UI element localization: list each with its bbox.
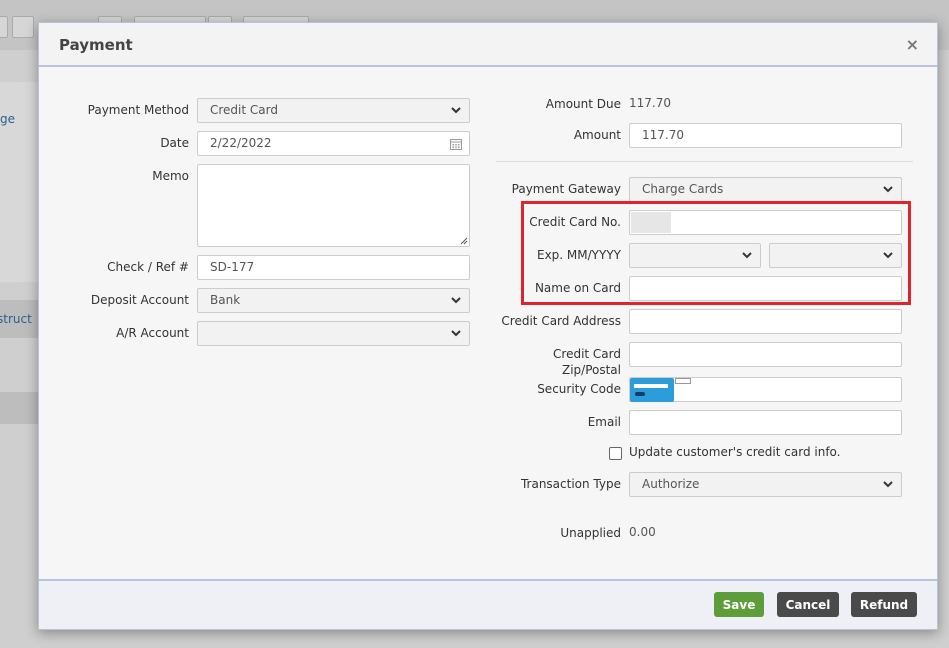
credit-card-number-input[interactable] bbox=[629, 210, 902, 235]
card-chip bbox=[635, 392, 645, 396]
security-code-label: Security Code bbox=[537, 382, 621, 396]
unapplied-label: Unapplied bbox=[560, 526, 621, 540]
payment-modal: Payment × Payment Method Credit Card Dat… bbox=[38, 22, 938, 630]
card-number-prefix bbox=[631, 212, 671, 233]
chevron-down-icon bbox=[451, 330, 461, 337]
section-divider bbox=[496, 161, 913, 162]
modal-footer: Save Cancel Refund bbox=[39, 579, 937, 629]
amount-due-value: 117.70 bbox=[629, 96, 671, 110]
calendar-icon[interactable] bbox=[449, 137, 463, 151]
deposit-account-select[interactable]: Bank bbox=[197, 288, 470, 313]
check-ref-label: Check / Ref # bbox=[107, 260, 189, 274]
refund-button[interactable]: Refund bbox=[851, 592, 917, 617]
save-button[interactable]: Save bbox=[714, 592, 764, 617]
amount-label: Amount bbox=[573, 128, 621, 142]
chevron-down-icon bbox=[883, 481, 893, 488]
update-card-info-label: Update customer's credit card info. bbox=[629, 445, 841, 459]
background-dropdown-button bbox=[12, 16, 34, 38]
amount-input[interactable]: 117.70 bbox=[629, 123, 902, 148]
check-ref-value: SD-177 bbox=[210, 260, 255, 274]
background-text: struct bbox=[0, 312, 32, 326]
cancel-button[interactable]: Cancel bbox=[777, 592, 839, 617]
chevron-down-icon bbox=[742, 252, 752, 259]
chevron-down-icon bbox=[451, 107, 461, 114]
ar-account-select[interactable] bbox=[197, 321, 470, 346]
unapplied-value: 0.00 bbox=[629, 525, 656, 539]
amount-value: 117.70 bbox=[642, 128, 684, 142]
background-band bbox=[0, 392, 40, 424]
date-value: 2/22/2022 bbox=[210, 136, 272, 150]
update-card-info-checkbox[interactable] bbox=[609, 447, 622, 460]
exp-year-select[interactable] bbox=[769, 243, 902, 268]
chevron-down-icon bbox=[883, 252, 893, 259]
email-label: Email bbox=[587, 415, 621, 429]
background-toolbar-button bbox=[0, 16, 8, 38]
payment-gateway-value: Charge Cards bbox=[642, 182, 724, 196]
email-input[interactable] bbox=[629, 410, 902, 435]
close-icon[interactable]: × bbox=[906, 35, 919, 54]
cvv-hint-icon bbox=[675, 378, 691, 384]
cc-zip-label-line2: Zip/Postal bbox=[561, 363, 621, 377]
name-on-card-input[interactable] bbox=[629, 276, 902, 301]
payment-method-select[interactable]: Credit Card bbox=[197, 98, 470, 123]
memo-textarea[interactable] bbox=[197, 164, 470, 247]
chevron-down-icon bbox=[883, 186, 893, 193]
deposit-account-label: Deposit Account bbox=[90, 293, 189, 307]
payment-method-label: Payment Method bbox=[87, 103, 189, 117]
amount-due-label: Amount Due bbox=[545, 97, 621, 111]
payment-method-value: Credit Card bbox=[210, 103, 278, 117]
cc-zip-input[interactable] bbox=[629, 342, 902, 367]
name-on-card-label: Name on Card bbox=[534, 281, 621, 295]
exp-month-select[interactable] bbox=[629, 243, 761, 268]
check-ref-input[interactable]: SD-177 bbox=[197, 255, 470, 280]
resize-handle-icon[interactable] bbox=[460, 237, 468, 245]
cc-address-input[interactable] bbox=[629, 309, 902, 334]
background-text: ge bbox=[0, 112, 15, 126]
date-label: Date bbox=[160, 136, 189, 150]
deposit-account-value: Bank bbox=[210, 293, 241, 307]
credit-card-icon bbox=[630, 378, 674, 402]
payment-gateway-label: Payment Gateway bbox=[511, 182, 621, 196]
transaction-type-label: Transaction Type bbox=[520, 477, 621, 491]
credit-card-no-label: Credit Card No. bbox=[529, 215, 621, 229]
card-stripe bbox=[634, 384, 668, 388]
chevron-down-icon bbox=[451, 297, 461, 304]
payment-gateway-select[interactable]: Charge Cards bbox=[629, 177, 902, 202]
date-input[interactable]: 2/22/2022 bbox=[197, 131, 470, 156]
transaction-type-select[interactable]: Authorize bbox=[629, 472, 902, 497]
transaction-type-value: Authorize bbox=[642, 477, 700, 491]
memo-label: Memo bbox=[152, 169, 189, 183]
cc-address-label: Credit Card Address bbox=[501, 314, 621, 328]
cc-zip-label-line1: Credit Card bbox=[553, 347, 621, 361]
ar-account-label: A/R Account bbox=[116, 326, 189, 340]
modal-title: Payment bbox=[59, 36, 133, 54]
modal-header: Payment × bbox=[39, 23, 937, 67]
exp-label: Exp. MM/YYYY bbox=[537, 248, 621, 262]
